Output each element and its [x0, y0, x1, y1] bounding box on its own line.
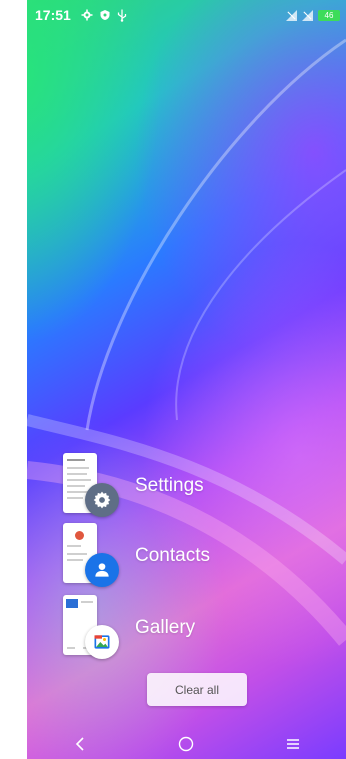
navigation-bar [27, 728, 346, 759]
back-icon [76, 736, 84, 751]
menu-icon [286, 738, 299, 749]
status-icons-left [81, 9, 127, 22]
gallery-icon [94, 635, 110, 649]
battery-charging-icon: 46 [318, 9, 340, 21]
recent-app-settings[interactable]: Settings [63, 453, 303, 523]
settings-app-icon [85, 483, 119, 517]
home-icon [179, 736, 194, 751]
app-label-contacts: Contacts [135, 545, 210, 566]
status-time: 17:51 [35, 7, 71, 23]
usb-icon [117, 9, 126, 22]
no-signal-icon [286, 9, 297, 21]
app-label-settings: Settings [135, 475, 204, 496]
recents-screen: 17:51 46 Settings Contacts Gallery Clear… [27, 0, 346, 759]
person-icon [95, 563, 109, 577]
settings-gear-icon [93, 491, 111, 509]
app-label-gallery: Gallery [135, 617, 196, 638]
battery-level: 46 [324, 10, 334, 20]
home-button[interactable] [166, 729, 206, 759]
status-icons-right: 46 [286, 9, 340, 21]
recents-button[interactable] [273, 729, 313, 759]
back-button[interactable] [60, 729, 100, 759]
shield-icon [100, 10, 110, 20]
gallery-app-icon [85, 625, 119, 659]
recent-app-contacts[interactable]: Contacts [63, 523, 303, 593]
recent-app-gallery[interactable]: Gallery [63, 595, 303, 665]
contacts-app-icon [85, 553, 119, 587]
no-signal-icon [302, 9, 313, 21]
status-bar: 17:51 46 [27, 0, 346, 30]
clear-all-button[interactable]: Clear all [147, 673, 247, 706]
gear-icon [81, 9, 93, 21]
